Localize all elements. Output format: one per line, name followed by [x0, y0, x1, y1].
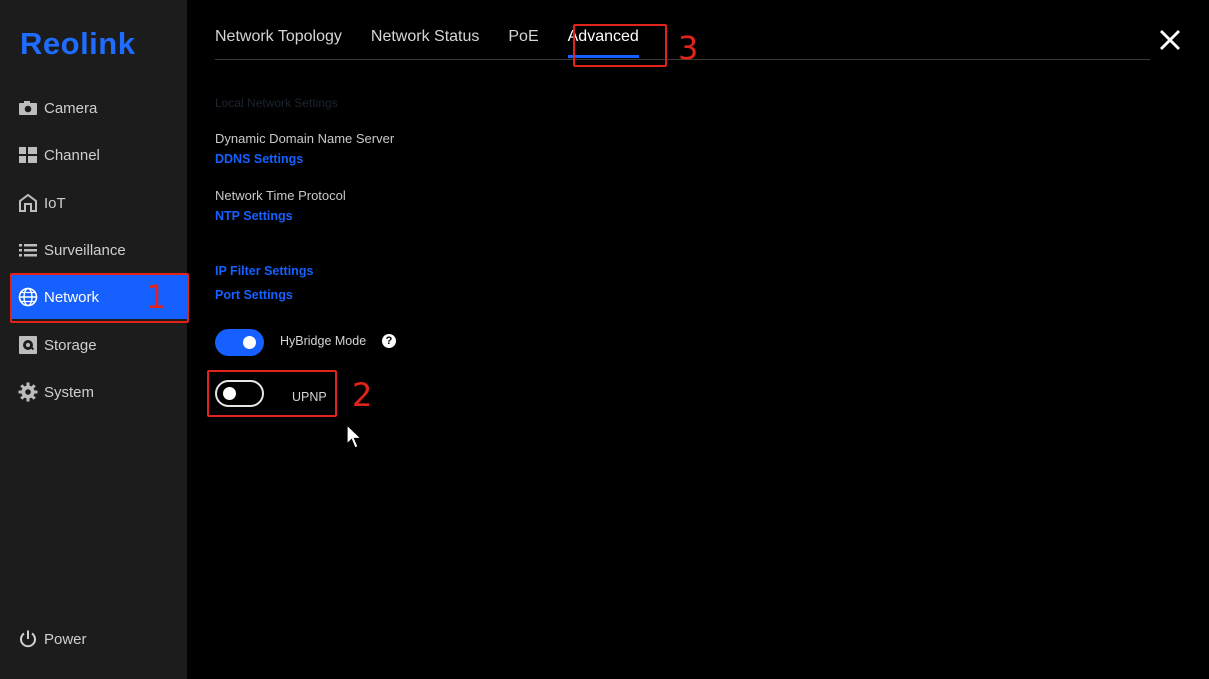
sidebar-item-iot[interactable]: IoT [12, 181, 187, 225]
sidebar-item-label: Camera [44, 99, 98, 117]
sidebar-item-system[interactable]: System [12, 370, 187, 414]
tab-poe[interactable]: PoE [508, 28, 538, 58]
ddns-label: Dynamic Domain Name Server [215, 131, 395, 146]
sidebar-item-label: System [44, 383, 95, 401]
power-icon [18, 629, 38, 649]
port-settings-link[interactable]: Port Settings [215, 288, 293, 302]
sidebar: Reolink Camera Channel IoT Surveillance … [0, 0, 187, 679]
globe-icon [18, 287, 38, 307]
ntp-settings-link[interactable]: NTP Settings [215, 209, 293, 223]
sidebar-item-camera[interactable]: Camera [12, 86, 187, 130]
tab-advanced[interactable]: Advanced [567, 28, 639, 58]
annotation-number-2: 2 [352, 376, 373, 414]
sidebar-item-label: Channel [44, 146, 100, 164]
annotation-number-1: 1 [146, 278, 167, 316]
close-button[interactable] [1157, 27, 1183, 53]
sidebar-item-label: Storage [44, 336, 97, 354]
gear-icon [18, 382, 38, 402]
tab-network-status[interactable]: Network Status [371, 28, 479, 58]
camera-icon [18, 98, 38, 118]
sidebar-item-surveillance[interactable]: Surveillance [12, 228, 187, 272]
annotation-number-3: 3 [678, 29, 699, 67]
sidebar-item-label: Surveillance [44, 241, 126, 259]
tab-bar: Network Topology Network Status PoE Adva… [215, 28, 668, 60]
power-button[interactable]: Power [12, 617, 187, 661]
sidebar-item-label: Network [44, 288, 100, 306]
toggle-knob [243, 336, 256, 349]
local-network-settings-heading: Local Network Settings [215, 96, 338, 110]
ip-filter-settings-link[interactable]: IP Filter Settings [215, 264, 313, 278]
grid-icon [18, 145, 38, 165]
tab-network-topology[interactable]: Network Topology [215, 28, 342, 58]
hybridge-mode-label: HyBridge Mode [280, 334, 367, 348]
reolink-logo: Reolink [20, 26, 136, 61]
upnp-toggle[interactable] [215, 380, 264, 407]
power-label: Power [44, 630, 87, 648]
list-icon [18, 240, 38, 260]
sidebar-item-storage[interactable]: Storage [12, 323, 187, 367]
close-icon [1160, 30, 1180, 50]
home-icon [18, 193, 38, 213]
toggle-knob [223, 387, 236, 400]
ddns-settings-link[interactable]: DDNS Settings [215, 152, 303, 166]
help-icon[interactable]: ? [382, 334, 396, 348]
mouse-cursor-icon [346, 423, 364, 455]
ntp-label: Network Time Protocol [215, 188, 346, 203]
upnp-label: UPNP [292, 390, 327, 404]
storage-icon [18, 335, 38, 355]
hybridge-mode-toggle[interactable] [215, 329, 264, 356]
sidebar-item-label: IoT [44, 194, 66, 212]
sidebar-item-channel[interactable]: Channel [12, 133, 187, 177]
